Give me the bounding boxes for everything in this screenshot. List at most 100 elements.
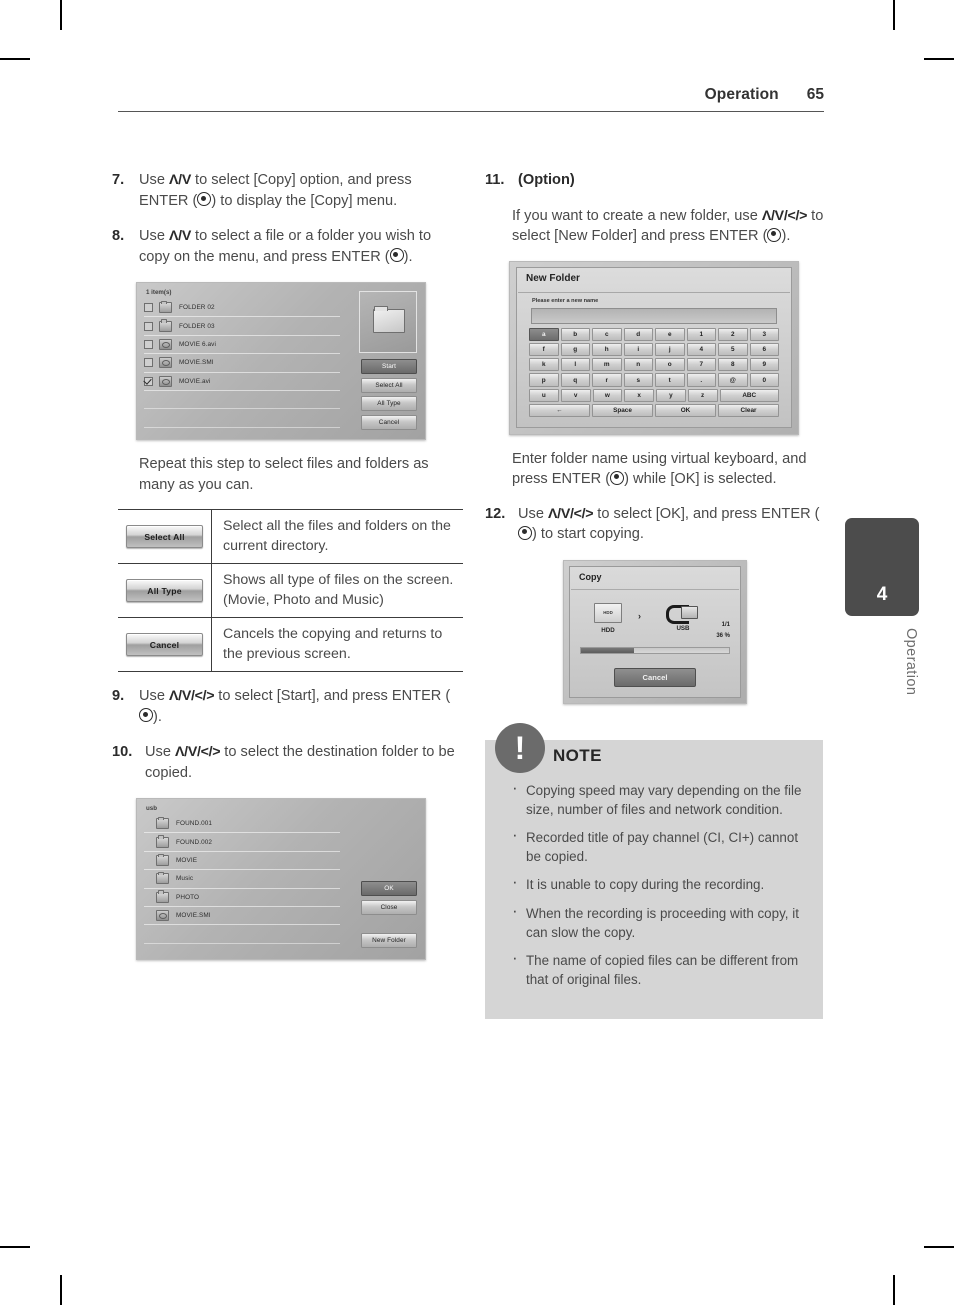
key-c[interactable]: c (592, 327, 622, 341)
step-7-text-a: Use (139, 172, 170, 188)
close-button[interactable]: Close (361, 899, 417, 915)
copy-dialog-title: Copy (579, 571, 602, 582)
file-list-item[interactable]: FOLDER 02 (144, 299, 340, 318)
key-space[interactable]: Space (592, 404, 653, 418)
key-1[interactable]: 1 (686, 327, 716, 341)
select-all-button-sample: Select All (126, 525, 203, 548)
file-list-item-selected[interactable]: MOVIE.avi (144, 373, 340, 391)
key-k[interactable]: k (529, 358, 559, 372)
list-item[interactable]: FOUND.001 (144, 815, 340, 834)
key-ok[interactable]: OK (655, 404, 716, 418)
key-z[interactable]: z (687, 388, 718, 403)
key-p[interactable]: p (529, 373, 559, 387)
copy-file-count: 1/1 (721, 621, 730, 628)
list-empty-row (144, 925, 340, 944)
key-h[interactable]: h (592, 342, 622, 357)
key-8[interactable]: 8 (718, 358, 748, 372)
file-browser-screenshot: 1 item(s) FOLDER 02 FOLDER 03 MOVIE 6.av… (136, 282, 426, 440)
manual-page: Operation 65 7. Use Λ/V to select [Copy]… (0, 0, 954, 1305)
step-8-text: Use Λ/V to select a file or a folder you… (139, 226, 457, 267)
key-s[interactable]: s (623, 373, 653, 387)
file-list-item[interactable]: MOVIE.SMI (144, 354, 340, 373)
key-4[interactable]: 4 (686, 342, 716, 357)
copy-source: HDD HDD (594, 602, 622, 634)
key-clear[interactable]: Clear (718, 404, 779, 418)
note-item: Copying speed may vary depending on the … (507, 779, 805, 819)
key-v[interactable]: v (560, 388, 591, 403)
virtual-keyboard: a b c d e 1 2 3 f g h i j 4 5 6 k l m n … (529, 327, 779, 418)
key-b[interactable]: b (560, 327, 590, 341)
key-period[interactable]: . (686, 373, 716, 387)
chapter-label: Operation (903, 628, 919, 696)
movie-file-icon (159, 357, 172, 369)
file-list-item[interactable]: MOVIE 6.avi (144, 336, 340, 355)
key-3[interactable]: 3 (749, 327, 779, 341)
step-7-text-c: ) to display the [Copy] menu. (211, 192, 398, 209)
checkbox-icon[interactable] (144, 321, 153, 331)
key-a[interactable]: a (529, 327, 559, 341)
key-y[interactable]: y (656, 388, 686, 403)
progress-bar-fill (581, 647, 635, 653)
all-type-button-sample: All Type (126, 579, 203, 602)
key-q[interactable]: q (560, 373, 590, 387)
keyboard-row-5: u v w x y z ABC (529, 388, 779, 403)
checkbox-checked-icon[interactable] (144, 376, 153, 386)
key-abc-toggle[interactable]: ABC (719, 388, 779, 403)
crop-mark-top-left-h (0, 58, 30, 60)
key-e[interactable]: e (655, 327, 685, 341)
list-item[interactable]: Music (144, 870, 340, 889)
key-u[interactable]: u (529, 388, 559, 403)
key-r[interactable]: r (592, 373, 622, 387)
list-item[interactable]: FOUND.002 (144, 833, 340, 852)
key-m[interactable]: m (592, 358, 622, 372)
all-type-button[interactable]: All Type (361, 396, 417, 411)
file-list-item[interactable]: FOLDER 03 (144, 317, 340, 336)
checkbox-icon[interactable] (144, 303, 153, 313)
key-0[interactable]: 0 (749, 373, 779, 387)
key-n[interactable]: n (623, 358, 653, 372)
key-l[interactable]: l (560, 358, 590, 372)
start-button[interactable]: Start (361, 359, 417, 374)
key-o[interactable]: o (655, 358, 685, 372)
key-j[interactable]: j (655, 342, 685, 357)
list-item[interactable]: MOVIE.SMI (144, 907, 340, 926)
key-7[interactable]: 7 (686, 358, 716, 372)
key-x[interactable]: x (624, 388, 654, 403)
folder-name-input[interactable] (531, 307, 777, 324)
key-6[interactable]: 6 (749, 342, 779, 357)
step-7-text: Use Λ/V to select [Copy] option, and pre… (139, 170, 457, 211)
copy-cancel-button[interactable]: Cancel (614, 667, 696, 687)
checkbox-icon[interactable] (144, 358, 153, 368)
key-5[interactable]: 5 (718, 342, 748, 357)
keyboard-row-3: k l m n o 7 8 9 (529, 358, 779, 372)
key-w[interactable]: w (592, 388, 623, 403)
crop-mark-bottom-left-h (0, 1246, 30, 1248)
dpad-arrows-icon: Λ/V (169, 172, 191, 188)
key-g[interactable]: g (560, 342, 590, 357)
ok-button[interactable]: OK (361, 881, 417, 896)
step-9-text-a: Use (139, 688, 170, 704)
key-backspace[interactable]: ← (529, 404, 590, 418)
note-list: Copying speed may vary depending on the … (507, 779, 805, 989)
list-item[interactable]: PHOTO (144, 889, 340, 907)
key-i[interactable]: i (623, 342, 653, 357)
destination-file-list: FOUND.001 FOUND.002 MOVIE Music PHOTO MO… (144, 815, 340, 944)
note-title: NOTE (553, 746, 602, 765)
select-all-button[interactable]: Select All (361, 377, 417, 393)
step-12-number: 12. (485, 505, 506, 522)
file-name: MOVIE.avi (179, 377, 211, 385)
new-folder-button[interactable]: New Folder (361, 932, 417, 948)
list-item[interactable]: MOVIE (144, 852, 340, 871)
cancel-button[interactable]: Cancel (361, 414, 417, 430)
key-f[interactable]: f (529, 342, 559, 357)
key-at[interactable]: @ (718, 373, 748, 387)
key-2[interactable]: 2 (718, 327, 748, 341)
folder-icon (156, 816, 169, 830)
copy-destination-label: USB (676, 624, 690, 632)
checkbox-icon[interactable] (144, 339, 153, 349)
key-d[interactable]: d (623, 327, 653, 341)
copy-source-label: HDD (601, 626, 615, 634)
key-t[interactable]: t (655, 373, 685, 387)
key-9[interactable]: 9 (749, 358, 779, 372)
file-name: FOLDER 03 (179, 322, 215, 330)
